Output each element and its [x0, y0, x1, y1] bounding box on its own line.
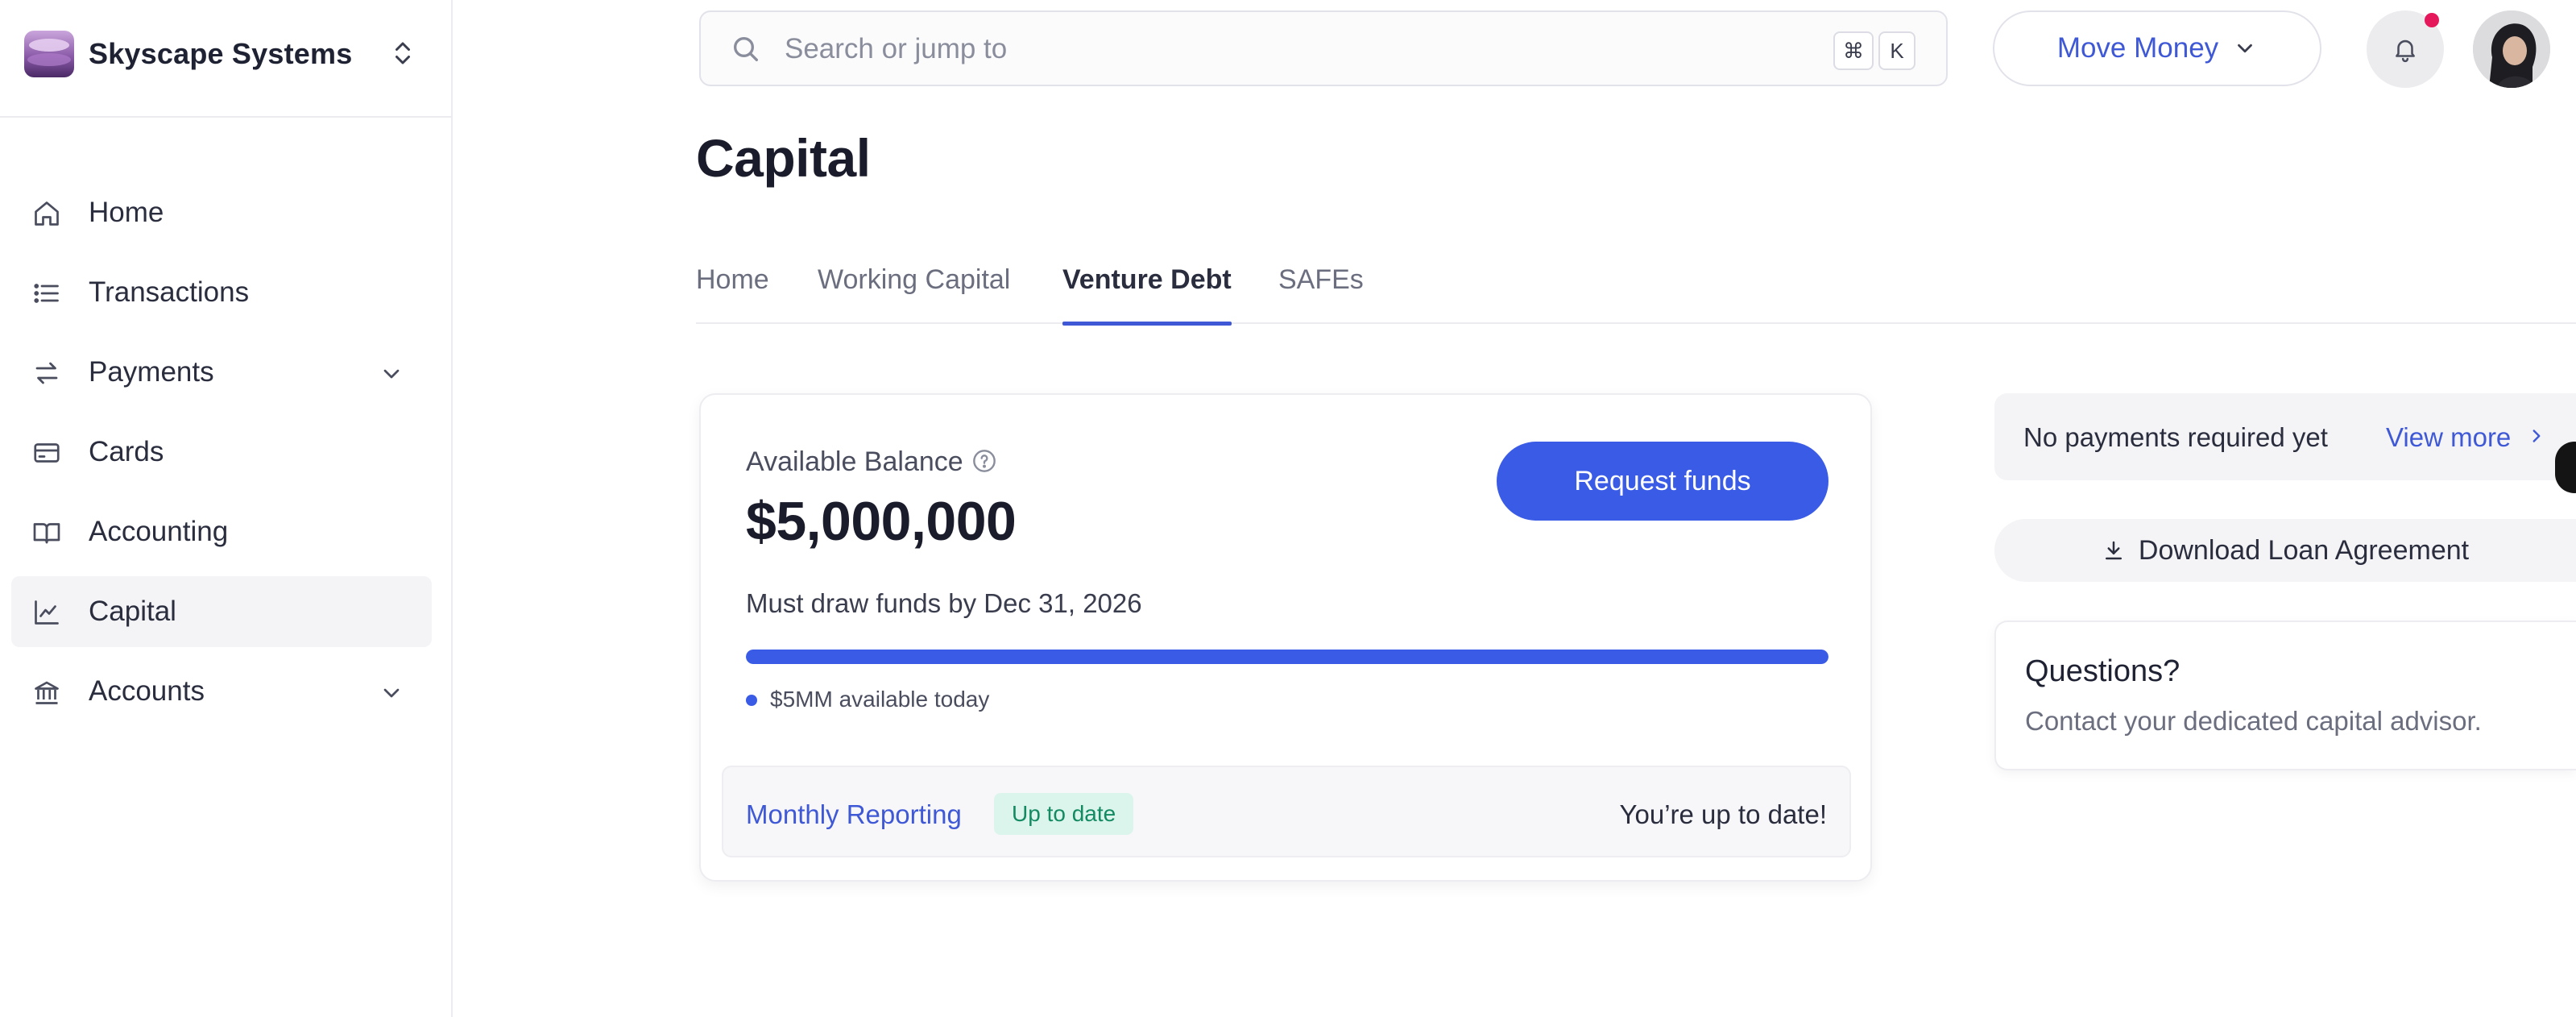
org-name: Skyscape Systems	[89, 37, 353, 70]
tab-home[interactable]: Home	[696, 264, 769, 324]
chart-line-icon	[35, 600, 59, 625]
sidebar-item-payments[interactable]: Payments	[11, 337, 432, 408]
sidebar-item-capital[interactable]: Capital	[11, 576, 432, 647]
download-label: Download Loan Agreement	[2138, 534, 2470, 566]
monthly-reporting-row: Monthly Reporting Up to date You’re up t…	[722, 766, 1851, 857]
sidebar-item-label: Accounts	[89, 675, 205, 707]
capital-tabs: Home Working Capital Venture Debt SAFEs	[696, 251, 2576, 326]
download-icon	[2105, 541, 2122, 560]
card-icon	[34, 443, 60, 463]
tab-working-capital[interactable]: Working Capital	[818, 264, 1010, 324]
questions-title: Questions?	[2025, 654, 2180, 688]
download-loan-agreement-button[interactable]: Download Loan Agreement	[1994, 519, 2576, 582]
sidebar-item-cards[interactable]: Cards	[11, 417, 432, 488]
shortcut-key: K	[1878, 31, 1915, 70]
monthly-reporting-link[interactable]: Monthly Reporting	[746, 799, 962, 830]
page-title: Capital	[696, 128, 871, 188]
chevron-down-icon	[2238, 44, 2253, 53]
home-icon	[35, 201, 59, 226]
org-switcher[interactable]: Skyscape Systems	[0, 0, 451, 118]
sidebar-item-label: Home	[89, 197, 164, 228]
sidebar-item-label: Transactions	[89, 276, 250, 308]
bank-icon	[35, 681, 59, 704]
sidebar-nav: Home Transactions Payments Cards Account…	[11, 177, 432, 736]
legend-dot	[746, 695, 757, 706]
sidebar-item-accounting[interactable]: Accounting	[11, 496, 432, 567]
sidebar-item-label: Payments	[89, 356, 214, 388]
sidebar-item-label: Accounting	[89, 516, 229, 547]
sidebar: Skyscape Systems Home Transactions Payme…	[0, 0, 453, 1017]
notification-badge	[2425, 13, 2439, 27]
chevron-right-icon[interactable]	[2526, 425, 2547, 446]
reporting-status-text: You’re up to date!	[1619, 799, 1828, 829]
tab-safes[interactable]: SAFEs	[1278, 264, 1364, 324]
tab-venture-debt[interactable]: Venture Debt	[1062, 264, 1232, 326]
sidebar-item-home[interactable]: Home	[11, 177, 432, 248]
sidebar-item-transactions[interactable]: Transactions	[11, 257, 432, 328]
move-money-label: Move Money	[2056, 32, 2219, 64]
progress-fill	[746, 650, 1828, 664]
draw-deadline-text: Must draw funds by Dec 31, 2026	[746, 588, 1142, 618]
availability-progress-bar	[746, 650, 1828, 664]
chevron-down-icon[interactable]	[379, 361, 404, 387]
book-icon	[33, 523, 60, 544]
payments-summary: No payments required yet View more	[1994, 393, 2576, 480]
cursor-indicator	[2555, 442, 2576, 493]
available-balance-card: Available Balance $5,000,000 Request fun…	[699, 393, 1872, 882]
avatar[interactable]	[2473, 10, 2550, 88]
sidebar-item-label: Capital	[89, 596, 176, 627]
questions-body: Contact your dedicated capital advisor.	[2025, 706, 2482, 736]
move-money-button[interactable]: Move Money	[1993, 10, 2321, 86]
balance-value: $5,000,000	[746, 491, 1017, 552]
payments-status-text: No payments required yet	[2023, 422, 2328, 452]
sidebar-item-label: Cards	[89, 436, 164, 467]
chevron-down-icon[interactable]	[379, 680, 404, 706]
org-logo	[24, 31, 74, 77]
balance-label: Available Balance	[746, 446, 963, 477]
arrows-icon	[35, 362, 58, 384]
available-today-label: $5MM available today	[770, 687, 990, 712]
list-icon	[34, 284, 59, 303]
help-circle-icon[interactable]	[971, 448, 997, 474]
sidebar-item-accounts[interactable]: Accounts	[11, 656, 432, 727]
questions-card: Questions? Contact your dedicated capita…	[1994, 621, 2576, 770]
chevron-up-down-icon[interactable]	[388, 37, 417, 69]
shortcut-mod-key: ⌘	[1833, 31, 1874, 70]
search-input[interactable]	[785, 30, 1671, 68]
view-more-link[interactable]: View more	[2386, 422, 2511, 453]
status-badge: Up to date	[994, 793, 1134, 835]
search-icon	[734, 37, 758, 62]
request-funds-button[interactable]: Request funds	[1497, 442, 1828, 521]
user-avatar-icon	[2473, 10, 2550, 88]
bell-icon	[2396, 39, 2415, 63]
search-bar[interactable]: ⌘ K	[699, 10, 1948, 86]
